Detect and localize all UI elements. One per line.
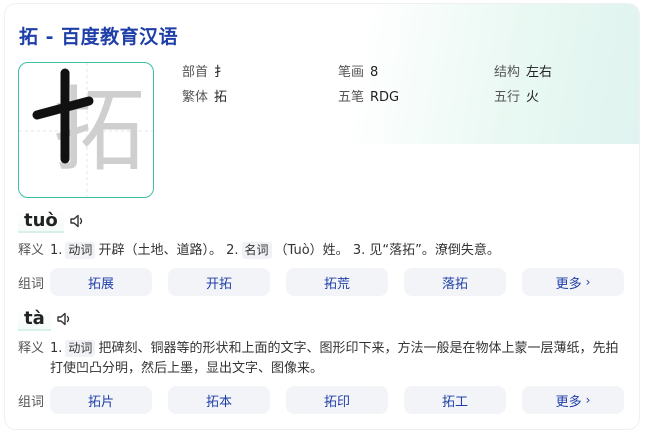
info-jiegou: 结构 左右: [494, 65, 553, 80]
word-button[interactable]: 拓本: [168, 386, 270, 414]
word-button[interactable]: 拓展: [50, 268, 152, 296]
pos-badge: 名词: [241, 242, 272, 259]
word-list: 组词 拓展 开拓 拓荒 落拓 更多 ›: [18, 267, 624, 297]
word-button[interactable]: 开拓: [168, 268, 270, 296]
speaker-icon[interactable]: [55, 310, 73, 328]
info-wubi: 五笔 RDG: [338, 90, 400, 105]
definition: 释义 1. 动词 把碑刻、铜器等的形状和上面的文字、图形印下来，方法一般是在物体上蒙一…: [18, 340, 619, 376]
stroke-drawing: [32, 68, 94, 164]
word-button[interactable]: 拓印: [286, 386, 388, 414]
pos-badge: 动词: [65, 242, 96, 259]
character-stroke-box[interactable]: 拓: [18, 62, 154, 198]
more-words-button[interactable]: 更多 ›: [522, 386, 624, 414]
speaker-icon[interactable]: [68, 212, 86, 230]
word-button[interactable]: 拓荒: [286, 268, 388, 296]
pinyin-label: tuò: [18, 209, 64, 233]
word-button[interactable]: 拓片: [50, 386, 152, 414]
pinyin-label: tà: [18, 307, 51, 331]
word-list: 组词 拓片 拓本 拓印 拓工 更多 ›: [18, 385, 624, 415]
pinyin-row: tà: [18, 306, 73, 332]
pinyin-row: tuò: [18, 208, 86, 234]
definition: 释义 1. 动词 开辟（土地、道路）。 2. 名词 （Tuò）姓。 3. 见“落拓”。潦倒…: [18, 242, 500, 259]
info-bushou: 部首扌: [182, 65, 228, 80]
info-bihua: 笔画 8: [338, 65, 379, 80]
info-wuxing: 五行火: [494, 90, 540, 105]
chevron-right-icon: ›: [585, 275, 591, 289]
word-button[interactable]: 拓工: [404, 386, 506, 414]
page-title[interactable]: 拓 - 百度教育汉语: [19, 22, 178, 49]
pos-badge: 动词: [65, 340, 96, 357]
chevron-right-icon: ›: [585, 393, 591, 407]
info-fanti: 繁体拓: [182, 90, 228, 105]
more-words-button[interactable]: 更多 ›: [522, 268, 624, 296]
word-button[interactable]: 落拓: [404, 268, 506, 296]
